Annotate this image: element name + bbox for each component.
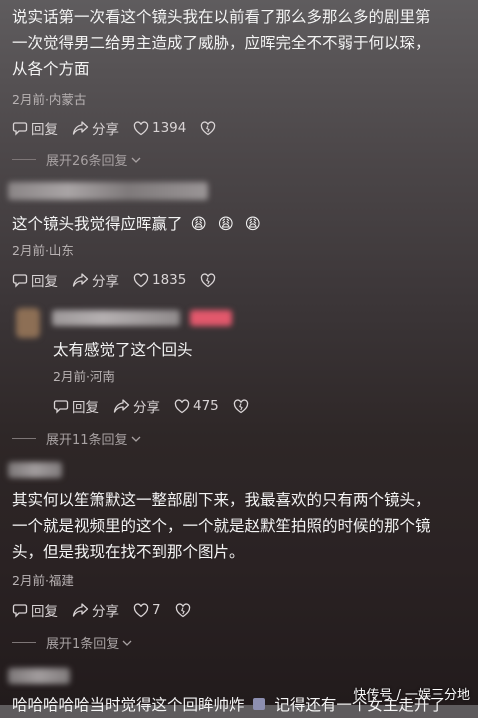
expand-replies-label: 展开26条回复 [46,154,128,169]
share-label: 分享 [92,604,119,620]
like-button[interactable]: 475 [174,398,219,414]
username-blurred[interactable] [8,182,208,200]
like-button[interactable]: 7 [133,602,161,618]
expand-replies-button[interactable]: 展开26条回复 [12,150,142,169]
reply-avatar[interactable] [16,308,40,338]
comment-text-line: 说实话第一次看这个镜头我在以前看了那么多那么多的剧里第 [12,8,431,26]
comment-text-line: 从各个方面 [12,60,90,78]
comment-text-line: 一个就是视频里的这个，一个就是赵默笙拍照的时候的那个镜 [12,517,431,535]
dislike-button[interactable] [233,398,252,414]
divider-line [12,438,36,439]
share-button[interactable]: 分享 [72,270,119,290]
reply-label: 回复 [31,122,58,138]
comment-3-actions: 回复 分享 475 [53,396,266,416]
comment-3-text: 太有感觉了这个回头 [53,341,193,359]
share-label: 分享 [92,274,119,290]
reply-button[interactable]: 回复 [53,396,99,416]
share-icon [72,273,89,287]
comment-4-meta: 2月前·福建 [12,573,74,588]
expand-replies-label: 展开11条回复 [46,433,128,448]
reply-username-blurred[interactable] [52,310,180,326]
dislike-button[interactable] [200,272,219,288]
reply-label: 回复 [31,274,58,290]
like-count: 475 [193,398,219,414]
comment-2-meta: 2月前·山东 [12,243,74,258]
expand-replies-button[interactable]: 展开11条回复 [12,429,142,448]
share-button[interactable]: 分享 [72,118,119,138]
broken-heart-icon [233,398,248,413]
reply-label: 回复 [72,400,99,416]
comment-text-line: 一次觉得男二给男主造成了威胁，应晖完全不不弱于何以琛， [12,34,431,52]
heart-icon [133,602,149,617]
share-icon [72,603,89,617]
reply-label: 回复 [31,604,58,620]
small-emoji-icon [253,698,266,710]
comment-2-text: 这个镜头我觉得应晖赢了 😩 😩 😩 [12,211,261,237]
emoji: 😩 [190,215,207,233]
heart-icon [133,272,149,287]
comment-text-line: 哈哈哈哈哈当时觉得这个回眸帅炸 [12,696,245,714]
comment-text-line: 其实何以笙箫默这一整部剧下来，我最喜欢的只有两个镜头， [12,491,431,509]
share-button[interactable]: 分享 [72,600,119,620]
emoji: 😩 [244,215,261,233]
reply-badge-blurred [190,310,232,326]
divider-line [12,159,36,160]
expand-replies-button[interactable]: 展开1条回复 [12,633,133,652]
share-icon [72,121,89,135]
share-label: 分享 [92,122,119,138]
heart-icon [174,398,190,413]
watermark: 快传号 / 一娱三分地 [353,688,470,703]
like-button[interactable]: 1394 [133,120,186,136]
reply-button[interactable]: 回复 [12,270,58,290]
broken-heart-icon [201,272,216,287]
expand-replies-label: 展开1条回复 [46,637,120,652]
reply-icon [12,274,28,288]
reply-button[interactable]: 回复 [12,118,58,138]
comment-1-text: 说实话第一次看这个镜头我在以前看了那么多那么多的剧里第 一次觉得男二给男主造成了… [12,4,478,82]
dislike-button[interactable] [200,120,219,136]
comment-4-text: 其实何以笙箫默这一整部剧下来，我最喜欢的只有两个镜头， 一个就是视频里的这个，一… [12,487,478,565]
reply-icon [12,122,28,136]
username-blurred[interactable] [8,668,70,684]
like-count: 1835 [152,272,187,288]
reply-icon [53,400,69,414]
comment-3-meta: 2月前·河南 [53,369,115,384]
share-label: 分享 [133,400,160,416]
comment-1-meta: 2月前·内蒙古 [12,92,87,107]
chevron-down-icon [131,157,141,163]
comment-text-line: 头，但是我现在找不到那个图片。 [12,543,245,561]
broken-heart-icon [201,120,216,135]
share-button[interactable]: 分享 [113,396,160,416]
reply-button[interactable]: 回复 [12,600,58,620]
broken-heart-icon [175,602,190,617]
emoji: 😩 [217,215,234,233]
divider-line [12,642,36,643]
chevron-down-icon [122,640,132,646]
comment-text-line: 这个镜头我觉得应晖赢了 [12,215,183,233]
username-blurred[interactable] [8,462,62,478]
reply-icon [12,604,28,618]
like-button[interactable]: 1835 [133,272,186,288]
share-icon [113,399,130,413]
heart-icon [133,120,149,135]
dislike-button[interactable] [175,602,194,618]
comment-2-actions: 回复 分享 1835 [12,270,233,290]
comment-4-actions: 回复 分享 7 [12,600,208,620]
like-count: 1394 [152,120,187,136]
comment-1-actions: 回复 分享 1394 [12,118,233,138]
like-count: 7 [152,602,161,618]
chevron-down-icon [131,436,141,442]
